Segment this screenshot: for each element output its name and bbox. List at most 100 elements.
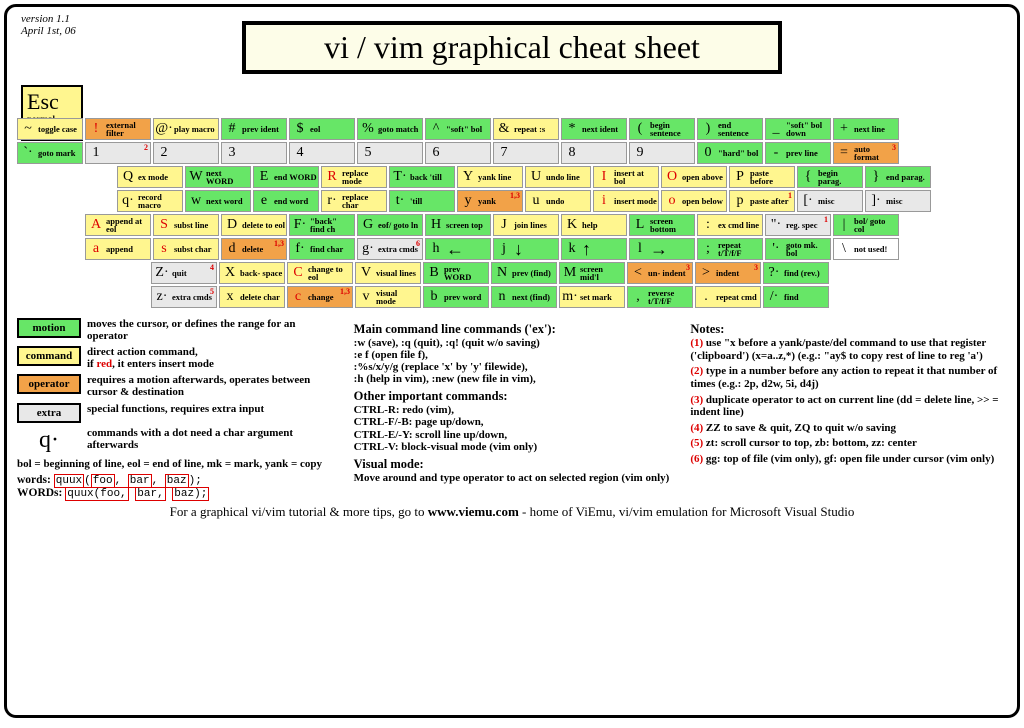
q-legend-text: commands with a dot need a char argument… bbox=[87, 427, 334, 451]
key-3: 3 bbox=[221, 142, 287, 164]
key-1: 12 bbox=[85, 142, 151, 164]
key-: %goto match bbox=[357, 118, 423, 140]
key-: `·goto mark bbox=[17, 142, 83, 164]
key-t: t·'till bbox=[389, 190, 455, 212]
key-: }end parag. bbox=[865, 166, 931, 188]
key-D: Ddelete to eol bbox=[221, 214, 287, 236]
key-4: 4 bbox=[289, 142, 355, 164]
key-v: vvisual mode bbox=[355, 286, 421, 308]
main-cmds-heading: Main command line commands ('ex'): bbox=[354, 322, 671, 337]
key-E: Eend WORD bbox=[253, 166, 319, 188]
key-y: yyank1,3 bbox=[457, 190, 523, 212]
key-2: 2 bbox=[153, 142, 219, 164]
key-n: nnext (find) bbox=[491, 286, 557, 308]
keyboard-layout: ~toggle case`·goto mark!external filter1… bbox=[17, 118, 1007, 308]
key-: |bol/ goto col bbox=[833, 214, 899, 236]
key-Y: Yyank line bbox=[457, 166, 523, 188]
key-w: wnext word bbox=[185, 190, 251, 212]
key-0: 0"hard" bol bbox=[697, 142, 763, 164]
keyboard-row: Aappend at eolaappendSsubst linessubst c… bbox=[85, 214, 1007, 260]
key-h: h← bbox=[425, 238, 491, 260]
key-c: cchange1,3 bbox=[287, 286, 353, 308]
legend-extra: extraspecial functions, requires extra i… bbox=[17, 403, 334, 423]
key-: >indent3 bbox=[695, 262, 761, 284]
key-P: Ppaste before bbox=[729, 166, 795, 188]
key-B: Bprev WORD bbox=[423, 262, 489, 284]
key-: *next ident bbox=[561, 118, 627, 140]
cheat-sheet-page: version 1.1April 1st, 06 vi / vim graphi… bbox=[4, 4, 1020, 718]
commands-column: Main command line commands ('ex'): :w (s… bbox=[354, 318, 671, 500]
key-: ,reverse t/T/f/F bbox=[627, 286, 693, 308]
note-6: (6) gg: top of file (vim only), gf: open… bbox=[690, 453, 1007, 466]
key-: &repeat :s bbox=[493, 118, 559, 140]
key-b: bprev word bbox=[423, 286, 489, 308]
version-info: version 1.1April 1st, 06 bbox=[21, 13, 76, 37]
key-: \not used! bbox=[833, 238, 899, 260]
key-: "·reg. spec1 bbox=[765, 214, 831, 236]
key-: $eol bbox=[289, 118, 355, 140]
key-S: Ssubst line bbox=[153, 214, 219, 236]
visual-heading: Visual mode: bbox=[354, 457, 671, 472]
legend-column: motionmoves the cursor, or defines the r… bbox=[17, 318, 334, 500]
key-: '·goto mk. bol bbox=[765, 238, 831, 260]
key-: #prev ident bbox=[221, 118, 287, 140]
key-9: 9 bbox=[629, 142, 695, 164]
key-l: l→ bbox=[629, 238, 695, 260]
key-o: oopen below bbox=[661, 190, 727, 212]
key-e: eend word bbox=[253, 190, 319, 212]
legend-motion: motionmoves the cursor, or defines the r… bbox=[17, 318, 334, 342]
key-J: Jjoin lines bbox=[493, 214, 559, 236]
key-z: z·extra cmds5 bbox=[151, 286, 217, 308]
footer: For a graphical vi/vim tutorial & more t… bbox=[17, 504, 1007, 520]
key-: !external filter bbox=[85, 118, 151, 140]
key-Q: Qex mode bbox=[117, 166, 183, 188]
key-u: uundo bbox=[525, 190, 591, 212]
key-G: Geof/ goto ln bbox=[357, 214, 423, 236]
abbreviations: bol = beginning of line, eol = end of li… bbox=[17, 458, 334, 470]
key-: ^"soft" bol bbox=[425, 118, 491, 140]
key-f: f·find char bbox=[289, 238, 355, 260]
keyboard-row: ~toggle case`·goto mark!external filter1… bbox=[17, 118, 1007, 164]
bottom-section: motionmoves the cursor, or defines the r… bbox=[17, 318, 1007, 500]
key-x: xdelete char bbox=[219, 286, 285, 308]
key-F: F·"back" find ch bbox=[289, 214, 355, 236]
key-: {begin parag. bbox=[797, 166, 863, 188]
other-cmds-heading: Other important commands: bbox=[354, 389, 671, 404]
q-dot-legend: q· bbox=[17, 427, 81, 454]
key-: :ex cmd line bbox=[697, 214, 763, 236]
visual-text: Move around and type operator to act on … bbox=[354, 472, 671, 484]
key-: ;repeat t/T/f/F bbox=[697, 238, 763, 260]
WORDS-demo: WORDs: quux(foo, bar, baz); bbox=[17, 487, 334, 500]
key-8: 8 bbox=[561, 142, 627, 164]
other-cmds-text: CTRL-R: redo (vim), CTRL-F/-B: page up/d… bbox=[354, 404, 671, 452]
key-: [·misc bbox=[797, 190, 863, 212]
key-p: ppaste after1 bbox=[729, 190, 795, 212]
key-C: Cchange to eol bbox=[287, 262, 353, 284]
key-: (begin sentence bbox=[629, 118, 695, 140]
key-5: 5 bbox=[357, 142, 423, 164]
key-Z: Z·quit4 bbox=[151, 262, 217, 284]
note-4: (4) ZZ to save & quit, ZQ to quit w/o sa… bbox=[690, 422, 1007, 435]
note-3: (3) duplicate operator to act on current… bbox=[690, 394, 1007, 419]
keyboard-row: Qex modeq·record macroWnext WORDwnext wo… bbox=[117, 166, 1007, 212]
key-: /·find bbox=[763, 286, 829, 308]
key-: @·play macro bbox=[153, 118, 219, 140]
key-: ]·misc bbox=[865, 190, 931, 212]
key-A: Aappend at eol bbox=[85, 214, 151, 236]
key-W: Wnext WORD bbox=[185, 166, 251, 188]
notes-column: Notes: (1) use "x before a yank/paste/de… bbox=[690, 318, 1007, 500]
page-title: vi / vim graphical cheat sheet bbox=[242, 21, 782, 74]
key-: =auto format3 bbox=[833, 142, 899, 164]
note-1: (1) use "x before a yank/paste/del comma… bbox=[690, 337, 1007, 362]
key-i: iinsert mode bbox=[593, 190, 659, 212]
key-O: Oopen above bbox=[661, 166, 727, 188]
key-g: g·extra cmds6 bbox=[357, 238, 423, 260]
key-I: Iinsert at bol bbox=[593, 166, 659, 188]
words-demo: words: quux(foo, bar, baz); bbox=[17, 474, 334, 487]
key-: +next line bbox=[833, 118, 899, 140]
key-R: Rreplace mode bbox=[321, 166, 387, 188]
key-q: q·record macro bbox=[117, 190, 183, 212]
key-j: j↓ bbox=[493, 238, 559, 260]
legend-command: commanddirect action command,if red, it … bbox=[17, 346, 334, 370]
key-7: 7 bbox=[493, 142, 559, 164]
